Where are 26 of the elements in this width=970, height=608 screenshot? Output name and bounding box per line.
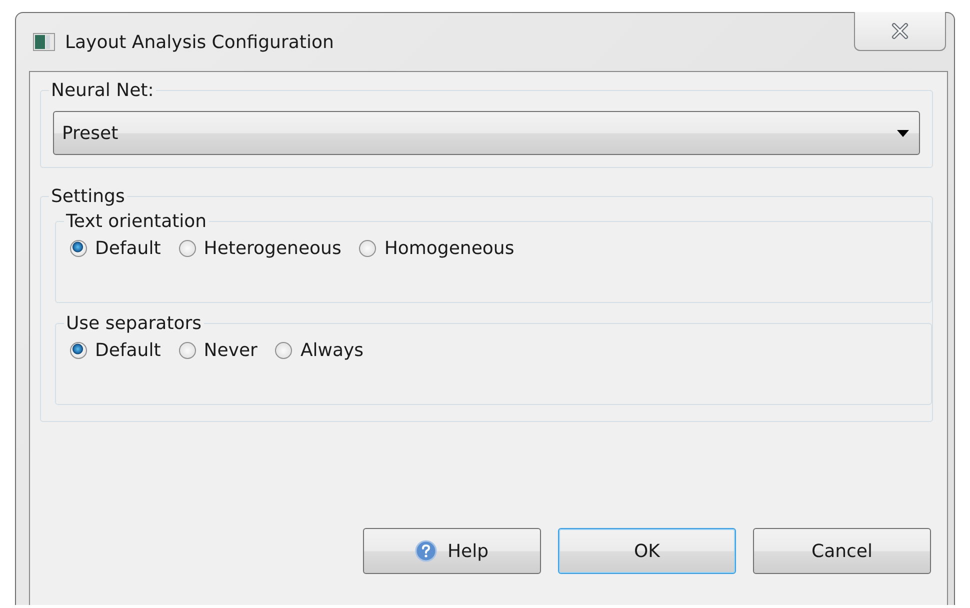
neural-net-dropdown[interactable]: Preset — [53, 111, 920, 155]
close-icon — [891, 23, 909, 39]
radio-icon[interactable] — [178, 240, 196, 257]
radio-icon[interactable] — [275, 342, 292, 359]
help-icon — [415, 540, 438, 562]
window-title: Layout Analysis Configuration — [65, 32, 334, 52]
group-label: Neural Net: — [50, 80, 155, 101]
dialog-button[interactable]: Cancel — [753, 528, 931, 574]
radio-option[interactable]: Default — [70, 340, 161, 361]
radio-option[interactable]: Default — [70, 238, 161, 259]
radio-option[interactable]: Homogeneous — [359, 238, 514, 259]
group-label: Text orientation — [65, 211, 208, 232]
dialog-button[interactable]: OK — [558, 528, 736, 574]
close-button[interactable] — [854, 12, 946, 51]
radio-icon[interactable] — [178, 342, 196, 359]
group-label: Use separators — [65, 313, 203, 334]
radio-icon[interactable] — [70, 240, 87, 257]
window-icon — [33, 33, 55, 51]
radio-option[interactable]: Never — [178, 340, 258, 361]
radio-option[interactable]: Always — [275, 340, 364, 361]
radio-icon[interactable] — [359, 240, 376, 257]
dialog-button[interactable]: Help — [363, 528, 541, 574]
caret-icon — [897, 130, 909, 136]
radio-option[interactable]: Heterogeneous — [178, 238, 342, 259]
group-label: Settings — [50, 186, 126, 207]
radio-icon[interactable] — [70, 342, 87, 359]
